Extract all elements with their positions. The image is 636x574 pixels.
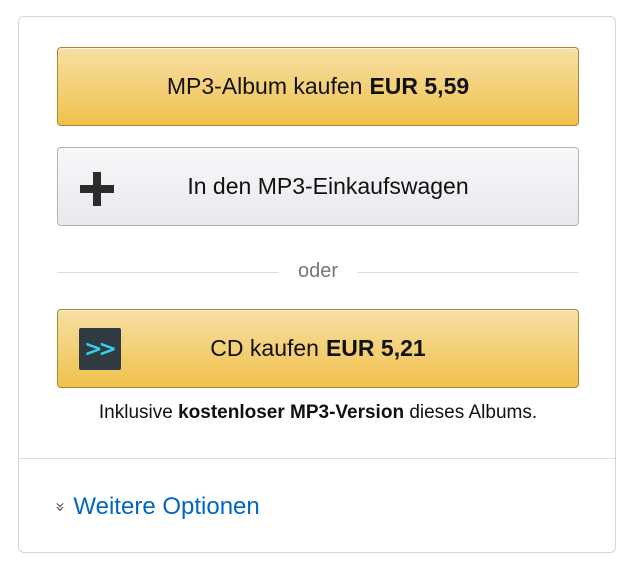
plus-icon xyxy=(80,172,114,206)
buy-mp3-label: MP3-Album kaufen xyxy=(166,73,363,99)
note-suffix: dieses Albums. xyxy=(409,402,538,423)
buy-cd-label: CD kaufen xyxy=(210,335,319,361)
buy-mp3-price: EUR 5,59 xyxy=(369,73,470,99)
buy-cd-button[interactable]: >> CD kaufen EUR 5,21 xyxy=(57,309,579,388)
add-to-cart-label: In den MP3-Einkaufswagen xyxy=(187,173,469,199)
chevron-double-down-icon: » xyxy=(50,501,71,513)
autorip-icon: >> xyxy=(79,328,121,370)
note-bold: kostenloser MP3-Version xyxy=(178,402,405,423)
section-separator xyxy=(19,458,615,459)
more-options-link[interactable]: » Weitere Optionen xyxy=(50,493,260,521)
add-to-mp3-cart-button[interactable]: In den MP3-Einkaufswagen xyxy=(57,147,579,226)
or-divider: oder xyxy=(57,260,579,284)
more-options-label: Weitere Optionen xyxy=(73,493,260,520)
buy-cd-price: EUR 5,21 xyxy=(325,335,426,361)
note-prefix: Inklusive xyxy=(98,402,173,423)
divider-line-right xyxy=(357,272,579,273)
included-mp3-note: Inklusive kostenloser MP3-Version dieses… xyxy=(19,402,617,424)
purchase-card: MP3-Album kaufen EUR 5,59 In den MP3-Ein… xyxy=(18,16,616,553)
buy-mp3-album-button[interactable]: MP3-Album kaufen EUR 5,59 xyxy=(57,47,579,126)
